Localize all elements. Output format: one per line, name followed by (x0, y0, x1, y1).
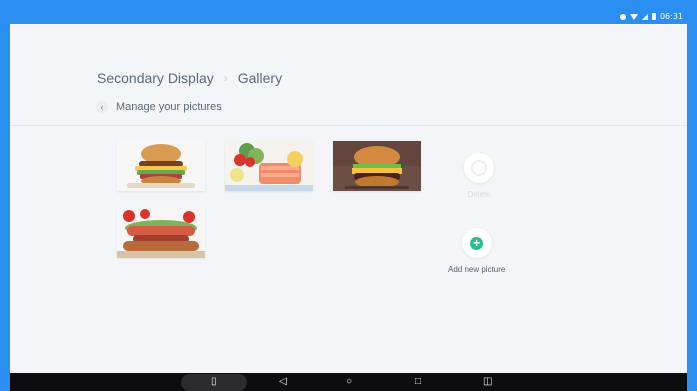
back-nav-icon[interactable]: ◁ (279, 376, 287, 388)
home-icon[interactable]: ○ (346, 376, 352, 388)
delete-action[interactable]: Delete (464, 153, 494, 199)
subnav: ‹ Manage your pictures (96, 101, 222, 113)
wifi-icon (629, 13, 638, 20)
burger-with-egg-image (117, 141, 205, 191)
add-picture-button[interactable]: + (461, 228, 492, 258)
salmon-plate-image (225, 141, 313, 191)
add-picture-label: Add new picture (448, 265, 506, 274)
status-bar: 06:31 (10, 10, 687, 24)
recents-icon[interactable]: □ (415, 376, 421, 388)
burger-with-egg-thumbnail[interactable] (117, 141, 205, 191)
signal-icon (641, 13, 648, 20)
notification-icon (619, 13, 626, 20)
delete-icon (471, 160, 487, 176)
menu-icon[interactable]: ▯ (211, 376, 217, 388)
cheeseburger-thumbnail[interactable] (333, 141, 421, 191)
status-time: 06:31 (659, 12, 683, 21)
hotdog-thumbnail[interactable] (117, 208, 205, 258)
subnav-title: Manage your pictures (116, 101, 222, 113)
delete-label: Delete (467, 190, 491, 199)
salmon-plate-thumbnail[interactable] (225, 141, 313, 191)
app-frame: 06:31 Secondary Display › Gallery ‹ Mana… (10, 10, 687, 391)
breadcrumb: Secondary Display › Gallery (97, 70, 282, 86)
breadcrumb-parent[interactable]: Secondary Display (97, 70, 214, 86)
delete-button[interactable] (464, 153, 494, 183)
chevron-right-icon: › (223, 71, 228, 85)
back-icon[interactable]: ‹ (96, 101, 108, 113)
add-picture-action[interactable]: + Add new picture (448, 228, 505, 274)
divider (10, 125, 687, 126)
battery-icon (651, 13, 656, 20)
rotate-icon[interactable]: ◫ (483, 376, 492, 388)
add-icon: + (470, 236, 484, 250)
hotdog-image (117, 208, 205, 258)
cheeseburger-image (333, 141, 421, 191)
status-icons: 06:31 (619, 12, 683, 21)
breadcrumb-current: Gallery (237, 70, 283, 86)
navigation-bar: ▯ ◁ ○ □ ◫ (10, 373, 687, 391)
